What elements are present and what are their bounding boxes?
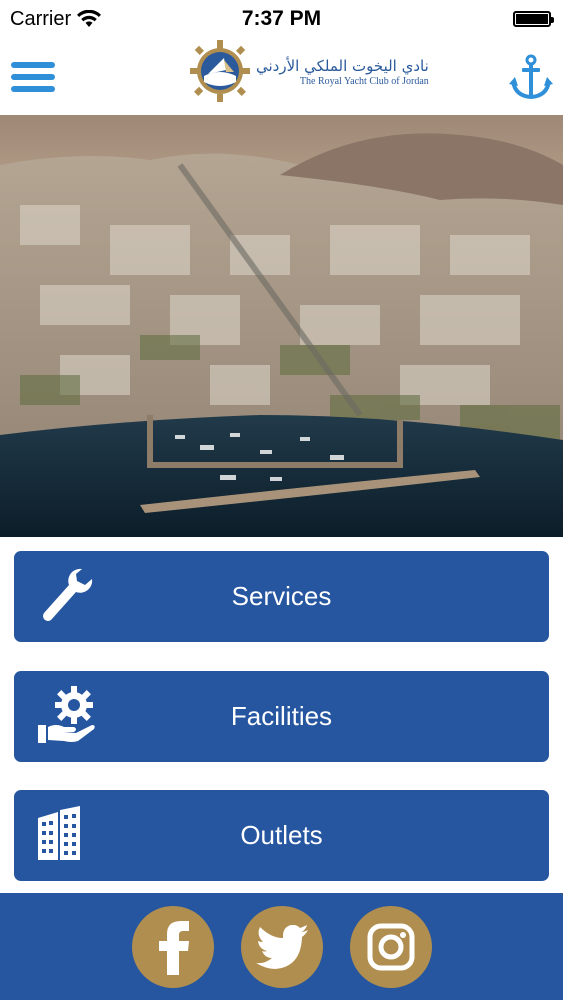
logo-english-text: The Royal Yacht Club of Jordan [299,75,429,87]
status-right [513,11,563,27]
yacht-club-emblem-icon [190,40,250,102]
logo-text: نادي اليخوت الملكي الأردني The Royal Yac… [256,56,429,87]
building-icon [38,806,80,860]
facebook-icon [158,920,189,975]
status-bar: Carrier 7:37 PM [0,0,563,38]
services-label: Services [231,581,332,611]
social-footer [0,893,563,1000]
hero-aerial-photo [0,115,563,537]
logo-arabic-text: نادي اليخوت الملكي الأردني [256,56,429,75]
twitter-icon [255,924,308,969]
gear-hand-icon [38,686,95,743]
club-logo: نادي اليخوت الملكي الأردني The Royal Yac… [190,40,429,102]
services-button[interactable]: Services [14,551,549,642]
facebook-button[interactable] [131,905,214,988]
status-left: Carrier [0,7,102,31]
nav-bar: نادي اليخوت الملكي الأردني The Royal Yac… [0,38,563,115]
instagram-button[interactable] [349,905,432,988]
wrench-icon [43,568,93,621]
wifi-icon [77,10,102,27]
facilities-button[interactable]: Facilities [14,671,549,762]
instagram-icon [367,923,414,970]
hamburger-icon[interactable] [10,60,56,94]
carrier-label: Carrier [10,7,72,30]
battery-icon [513,11,554,27]
anchor-icon[interactable] [509,54,553,100]
outlets-label: Outlets [240,820,323,850]
twitter-button[interactable] [240,905,323,988]
outlets-button[interactable]: Outlets [14,790,549,881]
facilities-label: Facilities [230,701,333,731]
